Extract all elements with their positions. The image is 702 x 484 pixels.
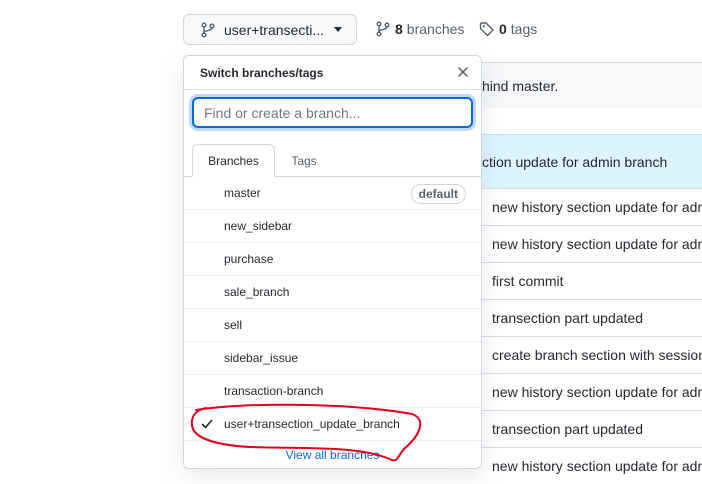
branches-link[interactable]: 8 branches [375, 21, 464, 37]
branch-item-purchase[interactable]: purchase [184, 243, 481, 276]
commit-message[interactable]: transection part updated [492, 310, 643, 326]
branch-selector-button[interactable]: user+transecti... [183, 14, 357, 45]
tags-link[interactable]: 0 tags [479, 21, 537, 37]
dropdown-header: Switch branches/tags [184, 56, 481, 89]
branch-item-sale-branch[interactable]: sale_branch [184, 276, 481, 309]
file-row: new history section update for admin bra… [479, 225, 702, 262]
branch-item-sidebar-issue[interactable]: sidebar_issue [184, 342, 481, 375]
branch-selector-label: user+transecti... [224, 21, 324, 38]
branch-name: purchase [224, 252, 274, 266]
branch-status-bar: hind master. [479, 62, 702, 108]
commit-message[interactable]: first commit [492, 273, 564, 289]
branch-item-master[interactable]: master default [184, 177, 481, 210]
chevron-down-icon [334, 27, 342, 32]
branch-list: master default new_sidebar purchase sale… [184, 177, 481, 441]
tab-branches[interactable]: Branches [192, 144, 275, 177]
file-row: new history section update for admin bra… [479, 188, 702, 225]
tab-tags[interactable]: Tags [283, 144, 325, 177]
branch-item-sell[interactable]: sell [184, 309, 481, 342]
branch-item-transaction-branch[interactable]: transaction-branch [184, 375, 481, 408]
branch-item-new-sidebar[interactable]: new_sidebar [184, 210, 481, 243]
behind-master-text: hind master. [482, 77, 559, 94]
commit-message[interactable]: transection part updated [492, 421, 643, 437]
branches-count: 8 [395, 21, 403, 37]
branch-name: user+transection_update_branch [224, 417, 400, 431]
commit-message[interactable]: create branch section with session [492, 347, 702, 363]
latest-commit-bar: ction update for admin branch [479, 134, 702, 188]
git-branch-icon [376, 21, 390, 37]
branch-name: sell [224, 318, 243, 332]
file-row: transection part updated [479, 299, 702, 336]
branch-item-user-transection-update-branch[interactable]: user+transection_update_branch [184, 408, 481, 441]
latest-commit-message[interactable]: ction update for admin branch [482, 154, 667, 170]
default-badge: default [410, 184, 466, 204]
file-row: new history section update for admin bra… [479, 373, 702, 410]
dropdown-title: Switch branches/tags [200, 66, 324, 80]
file-row: transection part updated [479, 410, 702, 447]
dropdown-tabs: Branches Tags [184, 144, 481, 177]
branch-name: transaction-branch [224, 384, 324, 398]
file-row: create branch section with session [479, 336, 702, 373]
close-icon[interactable] [455, 64, 471, 80]
file-list-background: hind master. ction update for admin bran… [479, 62, 702, 474]
view-all-branches-link[interactable]: View all branches [184, 440, 481, 468]
branch-name: sidebar_issue [224, 351, 299, 365]
switch-branches-dropdown: Switch branches/tags Branches Tags maste… [183, 55, 482, 469]
commit-message[interactable]: new history section update for admin bra… [492, 199, 702, 215]
file-row: first commit [479, 262, 702, 299]
branches-label: branches [406, 21, 465, 37]
git-branch-icon [201, 22, 215, 37]
commit-message[interactable]: new history section update for admin bra… [492, 458, 702, 474]
filter-area [184, 89, 481, 144]
branch-name: master [224, 186, 261, 200]
file-row: new history section update for admin bra… [479, 447, 702, 484]
tag-icon [479, 22, 494, 37]
commit-message[interactable]: new history section update for admin bra… [492, 384, 702, 400]
check-icon [201, 419, 213, 429]
branch-name: sale_branch [224, 285, 290, 299]
branch-name: new_sidebar [224, 219, 293, 233]
commit-message[interactable]: new history section update for admin bra… [492, 236, 702, 252]
tags-count: 0 [499, 21, 507, 37]
branch-filter-input[interactable] [192, 97, 473, 128]
tags-label: tags [510, 21, 538, 37]
